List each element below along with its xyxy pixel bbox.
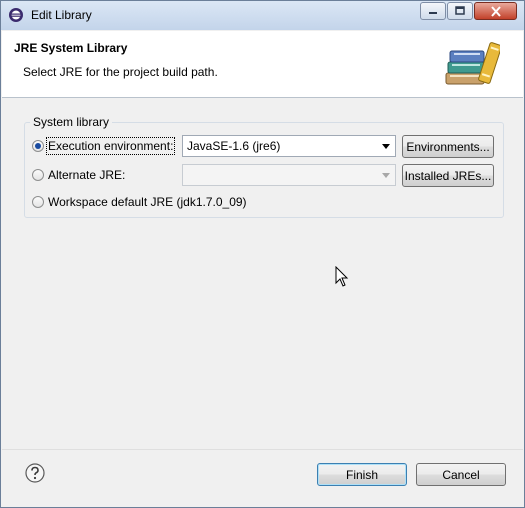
title-bar[interactable]: Edit Library [1, 1, 524, 30]
alternate-jre-radio[interactable] [32, 169, 44, 181]
cancel-button[interactable]: Cancel [416, 463, 506, 486]
footer-divider [2, 449, 523, 450]
installed-jres-button[interactable]: Installed JREs... [402, 164, 494, 187]
minimize-icon [429, 12, 437, 14]
execution-environment-label[interactable]: Execution environment: [45, 137, 176, 155]
workspace-default-jre-radio[interactable] [32, 196, 44, 208]
maximize-icon [455, 6, 465, 15]
help-icon[interactable] [25, 463, 45, 483]
alternate-jre-label[interactable]: Alternate JRE: [48, 168, 125, 182]
chevron-down-icon [382, 173, 390, 178]
finish-button[interactable]: Finish [317, 463, 407, 486]
page-title: JRE System Library [14, 41, 128, 55]
alternate-jre-select [182, 164, 396, 186]
minimize-button[interactable] [420, 2, 446, 20]
execution-environment-select[interactable]: JavaSE-1.6 (jre6) [182, 135, 396, 157]
workspace-default-jre-label[interactable]: Workspace default JRE (jdk1.7.0_09) [48, 195, 247, 209]
library-books-icon [445, 42, 500, 85]
eclipse-icon [9, 8, 23, 22]
dialog-header: JRE System Library Select JRE for the pr… [2, 31, 523, 98]
chevron-down-icon [382, 144, 390, 149]
maximize-button[interactable] [447, 2, 473, 20]
execution-environment-value: JavaSE-1.6 (jre6) [187, 139, 281, 153]
close-button[interactable] [474, 2, 517, 20]
window-title: Edit Library [31, 8, 92, 22]
edit-library-dialog: Edit Library JRE System Library Select J… [0, 0, 525, 508]
close-icon [490, 5, 501, 17]
page-subtitle: Select JRE for the project build path. [23, 65, 218, 79]
execution-environment-radio[interactable] [32, 140, 44, 152]
environments-button[interactable]: Environments... [402, 135, 494, 158]
mouse-cursor-icon [335, 266, 349, 287]
group-label: System library [30, 115, 113, 129]
